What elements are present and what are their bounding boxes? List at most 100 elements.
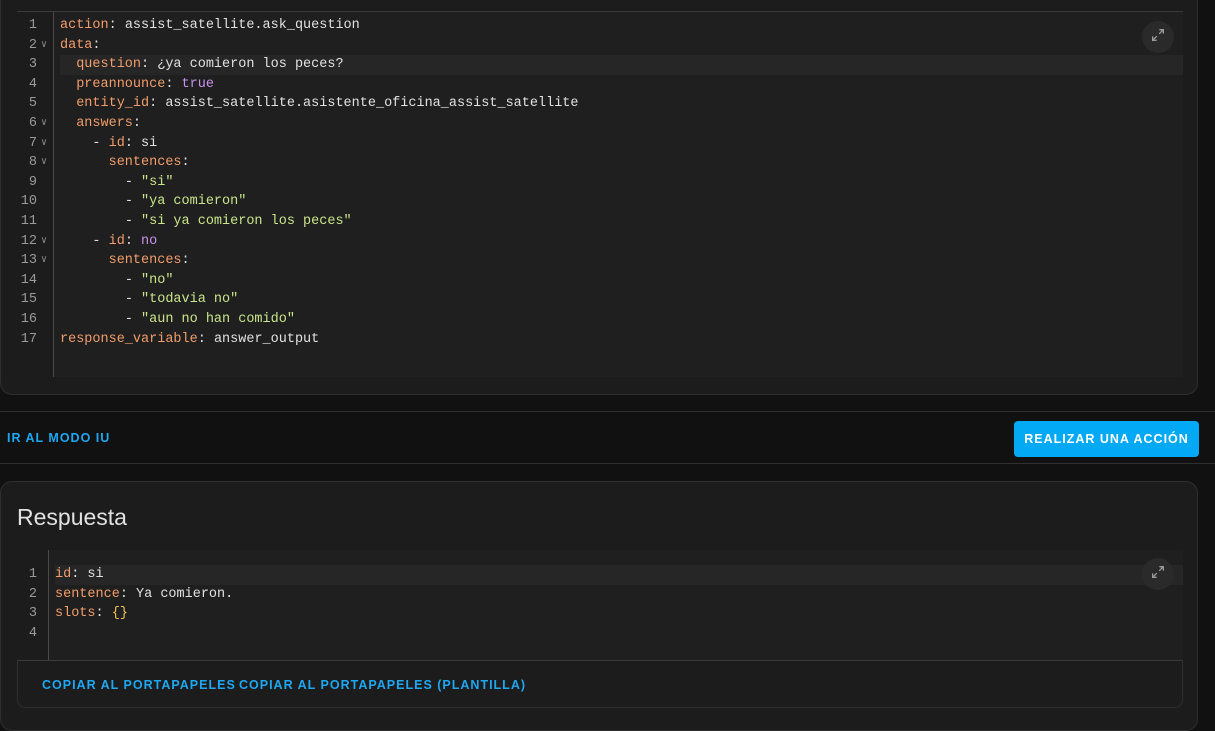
code-text: - "si ya comieron los peces": [60, 212, 1183, 232]
code-token: sentence: [55, 586, 120, 602]
chevron-down-icon[interactable]: ∨: [41, 134, 47, 154]
line-number: 6: [28, 116, 37, 131]
line-number: 16: [20, 312, 37, 327]
line-number: 1: [28, 18, 37, 33]
code-token: :: [124, 233, 142, 249]
code-token: Ya comieron.: [136, 586, 234, 602]
code-line[interactable]: 9 - "si": [17, 173, 1183, 193]
code-token: :: [197, 331, 214, 347]
code-text: slots: {}: [55, 604, 1183, 624]
code-line[interactable]: 16 - "aun no han comido": [17, 310, 1183, 330]
code-line[interactable]: 1 action: assist_satellite.ask_question: [17, 16, 1183, 36]
line-number: 13: [20, 253, 37, 269]
code-token: :: [71, 567, 88, 582]
code-token: response_variable: [60, 331, 198, 347]
code-token: -: [124, 214, 142, 229]
copy-template-button[interactable]: COPIAR AL PORTAPAPELES (PLANTILLA): [239, 678, 526, 692]
code-text: - "aun no han comido": [60, 310, 1183, 330]
code-text: id: si: [55, 565, 1183, 585]
code-token: no: [141, 233, 158, 249]
code-token: id: [108, 233, 125, 249]
code-token: -: [92, 135, 109, 151]
line-number: 2: [28, 37, 37, 53]
code-token: ¿ya comieron los peces?: [157, 57, 344, 73]
code-text: - id: no: [60, 232, 1183, 252]
code-line[interactable]: 17 response_variable: answer_output: [17, 330, 1183, 350]
code-line[interactable]: 13 ∨ sentences:: [17, 251, 1183, 271]
line-number: 8: [28, 155, 37, 171]
code-token: :: [92, 37, 101, 53]
chevron-down-icon[interactable]: ∨: [41, 251, 47, 271]
line-number: 3: [28, 606, 37, 622]
code-text: response_variable: answer_output: [60, 330, 1183, 350]
copy-to-clipboard-button[interactable]: COPIAR AL PORTAPAPELES: [42, 678, 236, 692]
perform-action-button[interactable]: REALIZAR UNA ACCIÓN: [1014, 421, 1199, 457]
code-text: question: ¿ya comieron los peces?: [60, 55, 1183, 75]
code-token: si: [141, 135, 158, 151]
code-token: sentences: [108, 253, 182, 269]
response-card: Respuesta 1 id: si 2 sentence: Ya comieron.…: [0, 481, 1198, 731]
action-bar: IR AL MODO IU REALIZAR UNA ACCIÓN: [0, 411, 1215, 464]
line-number: 1: [28, 567, 37, 582]
code-line[interactable]: 2 sentence: Ya comieron.: [17, 585, 1183, 605]
code-token: slots: [55, 606, 96, 622]
code-line[interactable]: 12 ∨ - id: no: [17, 232, 1183, 252]
code-token: :: [124, 135, 142, 151]
code-token: :: [181, 253, 190, 269]
code-line[interactable]: 5 entity_id: assist_satellite.asistente_…: [17, 94, 1183, 114]
code-token: true: [181, 76, 214, 92]
code-text: - id: si: [60, 134, 1183, 154]
code-line[interactable]: 4 preannounce: true: [17, 75, 1183, 95]
yaml-card: 1 action: assist_satellite.ask_question 2 ∨…: [0, 0, 1198, 395]
line-number: 3: [28, 57, 37, 73]
code-line[interactable]: 15 - "todavia no": [17, 290, 1183, 310]
code-text: sentences:: [60, 153, 1183, 173]
code-text: sentences:: [60, 251, 1183, 271]
code-token: {}: [111, 606, 128, 622]
chevron-down-icon[interactable]: ∨: [41, 114, 47, 134]
code-token: id: [108, 135, 125, 151]
code-text: data:: [60, 36, 1183, 56]
code-line[interactable]: 10 - "ya comieron": [17, 192, 1183, 212]
code-text: action: assist_satellite.ask_question: [60, 16, 1183, 36]
code-token: -: [124, 312, 142, 327]
code-line[interactable]: 1 id: si: [17, 565, 1183, 585]
code-line[interactable]: 3 slots: {}: [17, 604, 1183, 624]
ui-mode-button[interactable]: IR AL MODO IU: [7, 431, 110, 445]
yaml-code-editor[interactable]: 1 action: assist_satellite.ask_question 2 ∨…: [17, 11, 1183, 377]
code-token: -: [124, 272, 142, 288]
code-line[interactable]: 2 ∨ data:: [17, 36, 1183, 56]
code-token: answers: [76, 116, 133, 131]
response-title: Respuesta: [17, 504, 127, 530]
code-token: -: [92, 233, 109, 249]
code-line[interactable]: 14 - "no": [17, 271, 1183, 291]
fullscreen-icon: [1150, 27, 1166, 48]
code-line[interactable]: 4: [17, 624, 1183, 644]
code-line[interactable]: 6 ∨ answers:: [17, 114, 1183, 134]
chevron-down-icon[interactable]: ∨: [41, 153, 47, 173]
response-code-editor[interactable]: 1 id: si 2 sentence: Ya comieron. 3 slots: {}…: [17, 550, 1183, 660]
code-line[interactable]: 11 - "si ya comieron los peces": [17, 212, 1183, 232]
code-text: entity_id: assist_satellite.asistente_of…: [60, 94, 1183, 114]
chevron-down-icon[interactable]: ∨: [41, 232, 47, 252]
line-number: 9: [28, 174, 37, 190]
code-text: - "no": [60, 271, 1183, 291]
code-token: :: [181, 155, 190, 171]
code-text: - "ya comieron": [60, 192, 1183, 212]
fullscreen-button[interactable]: [1142, 21, 1174, 53]
code-token: :: [141, 57, 158, 73]
code-token: "si": [141, 174, 174, 190]
line-number: 15: [20, 292, 37, 308]
response-fullscreen-button[interactable]: [1142, 558, 1174, 590]
code-token: :: [149, 96, 166, 112]
code-line[interactable]: 3 question: ¿ya comieron los peces?: [17, 55, 1183, 75]
code-line[interactable]: 8 ∨ sentences:: [17, 153, 1183, 173]
code-token: question: [76, 57, 142, 73]
line-number: 4: [28, 76, 37, 92]
copy-bar: COPIAR AL PORTAPAPELES COPIAR AL PORTAPA…: [17, 660, 1183, 708]
code-text: preannounce: true: [60, 75, 1183, 95]
chevron-down-icon[interactable]: ∨: [41, 36, 47, 56]
line-number: 14: [20, 272, 37, 288]
code-line[interactable]: 7 ∨ - id: si: [17, 134, 1183, 154]
code-token: -: [124, 194, 142, 210]
